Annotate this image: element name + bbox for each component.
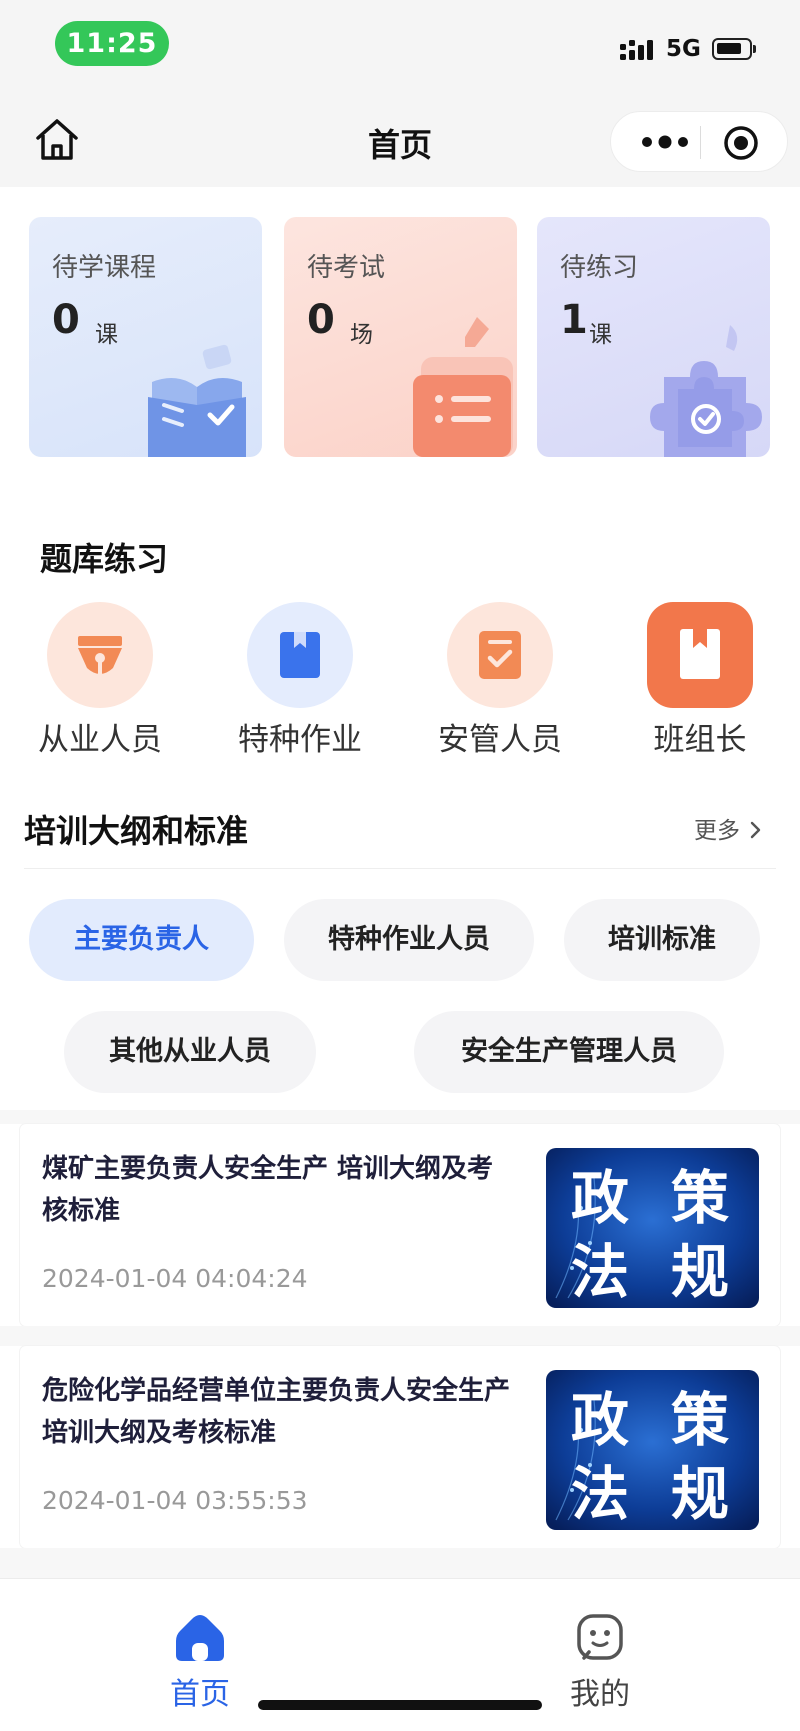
chip-main-person-in-charge[interactable]: 主要负责人 bbox=[29, 899, 254, 981]
practice-item-special-operations[interactable]: 特种作业 bbox=[220, 602, 380, 762]
bookmark-book-icon bbox=[680, 629, 720, 679]
exam-paper-icon bbox=[413, 317, 513, 457]
stat-card-pending-practice[interactable]: 待练习 1 课 bbox=[537, 217, 770, 457]
home-tab-icon bbox=[176, 1615, 224, 1661]
policy-thumbnail-image: 政 策 法 规 bbox=[546, 1370, 759, 1530]
close-target-icon[interactable] bbox=[722, 124, 760, 162]
home-page: 11:25 5G 首页 待学课程 0 课 待考试 0 场 待练习 1 课 题库练… bbox=[0, 0, 800, 1731]
practice-label: 安管人员 bbox=[438, 722, 562, 758]
stat-card-pending-exams[interactable]: 待考试 0 场 bbox=[284, 217, 517, 457]
article-card[interactable]: 危险化学品经营单位主要负责人安全生产培训大纲及考核标准 2024-01-04 0… bbox=[20, 1346, 780, 1548]
practice-section-title: 题库练习 bbox=[40, 540, 169, 578]
stat-unit: 场 bbox=[350, 322, 373, 348]
practice-icon-bg bbox=[247, 602, 353, 708]
stat-label: 待考试 bbox=[307, 253, 386, 283]
chip-other-practitioners[interactable]: 其他从业人员 bbox=[64, 1011, 316, 1093]
article-time: 2024-01-04 04:04:24 bbox=[42, 1264, 308, 1293]
thumb-char: 规 bbox=[671, 1238, 729, 1306]
tab-label: 我的 bbox=[570, 1677, 630, 1712]
mini-program-capsule bbox=[610, 111, 788, 172]
stat-count: 0 bbox=[307, 297, 335, 343]
article-title: 煤矿主要负责人安全生产 培训大纲及考核标准 bbox=[42, 1154, 494, 1226]
thumb-char: 规 bbox=[671, 1460, 729, 1528]
tab-mine[interactable]: 我的 bbox=[540, 1611, 660, 1713]
pen-nib-icon bbox=[78, 636, 122, 678]
practice-icon-bg bbox=[47, 602, 153, 708]
article-thumbnail: 政 策 法 规 bbox=[546, 1148, 759, 1308]
network-type: 5G bbox=[666, 36, 701, 62]
article-title: 危险化学品经营单位主要负责人安全生产培训大纲及考核标准 bbox=[42, 1376, 511, 1448]
stat-label: 待学课程 bbox=[52, 253, 157, 283]
thumb-char: 法 bbox=[571, 1460, 629, 1528]
battery-icon bbox=[712, 38, 756, 60]
stat-count: 1 bbox=[560, 297, 588, 343]
practice-icon-bg bbox=[447, 602, 553, 708]
practice-label: 班组长 bbox=[653, 722, 747, 758]
practice-label: 特种作业 bbox=[238, 722, 362, 758]
thumb-char: 策 bbox=[671, 1164, 729, 1232]
puzzle-icon bbox=[650, 325, 762, 457]
practice-item-practitioners[interactable]: 从业人员 bbox=[20, 602, 180, 762]
home-indicator bbox=[258, 1700, 542, 1710]
article-thumbnail: 政 策 法 规 bbox=[546, 1370, 759, 1530]
chevron-right-icon bbox=[751, 821, 761, 839]
practice-label: 从业人员 bbox=[38, 722, 162, 758]
practice-item-team-leaders[interactable]: 班组长 bbox=[620, 602, 780, 762]
nav-bar: 首页 bbox=[0, 92, 800, 187]
status-time: 11:25 bbox=[55, 21, 169, 66]
more-dots-icon[interactable] bbox=[635, 130, 695, 154]
stat-unit: 课 bbox=[589, 322, 612, 348]
article-card[interactable]: 煤矿主要负责人安全生产 培训大纲及考核标准 2024-01-04 04:04:2… bbox=[20, 1124, 780, 1326]
thumb-char: 政 bbox=[571, 1386, 629, 1454]
smiley-face-icon bbox=[577, 1614, 623, 1660]
spacer bbox=[0, 1110, 800, 1124]
stat-label: 待练习 bbox=[560, 253, 639, 283]
stat-card-pending-courses[interactable]: 待学课程 0 课 bbox=[29, 217, 262, 457]
bookmark-book-icon bbox=[280, 632, 320, 678]
thumb-char: 法 bbox=[571, 1238, 629, 1306]
signal-icon bbox=[620, 40, 653, 60]
stat-unit: 课 bbox=[95, 322, 118, 348]
chip-special-operations-staff[interactable]: 特种作业人员 bbox=[284, 899, 534, 981]
tab-label: 首页 bbox=[170, 1677, 230, 1712]
thumb-char: 政 bbox=[571, 1164, 629, 1232]
training-section-title: 培训大纲和标准 bbox=[24, 812, 249, 850]
divider bbox=[24, 868, 776, 869]
practice-item-safety-managers[interactable]: 安管人员 bbox=[420, 602, 580, 762]
chip-training-standards[interactable]: 培训标准 bbox=[564, 899, 760, 981]
article-time: 2024-01-04 03:55:53 bbox=[42, 1486, 308, 1515]
stat-count: 0 bbox=[52, 297, 80, 343]
checklist-icon bbox=[479, 631, 521, 679]
capsule-divider bbox=[700, 126, 701, 159]
tab-home[interactable]: 首页 bbox=[140, 1611, 260, 1713]
spacer bbox=[0, 1548, 800, 1578]
more-label: 更多 bbox=[694, 818, 740, 844]
policy-thumbnail-image: 政 策 法 规 bbox=[546, 1148, 759, 1308]
thumb-char: 策 bbox=[671, 1386, 729, 1454]
spacer bbox=[0, 1326, 800, 1346]
status-bar: 11:25 5G bbox=[0, 0, 800, 92]
open-book-icon bbox=[148, 344, 246, 457]
more-link[interactable]: 更多 bbox=[694, 811, 763, 845]
practice-icon-bg bbox=[647, 602, 753, 708]
chip-safety-production-managers[interactable]: 安全生产管理人员 bbox=[414, 1011, 724, 1093]
